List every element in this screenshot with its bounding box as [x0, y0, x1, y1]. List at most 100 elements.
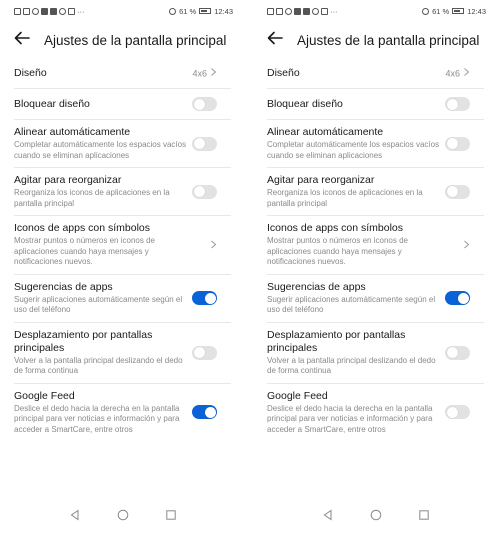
settings-list: Diseño 4x6 Bloquear diseño Alinear automáti… — [253, 58, 498, 441]
triangle-back-icon — [70, 509, 78, 521]
instagram-icon — [312, 7, 319, 15]
status-system: 61 % 12:43 — [422, 7, 486, 16]
setting-item[interactable]: Sugerencias de apps Sugerir aplicaciones … — [267, 275, 484, 323]
setting-title: Agitar para reorganizar — [14, 174, 122, 186]
facebook-icon — [303, 7, 310, 15]
setting-item[interactable]: Iconos de apps con símbolos Mostrar punto… — [14, 216, 231, 275]
toggle-knob — [193, 138, 205, 149]
toggle-switch[interactable] — [445, 136, 470, 151]
settings-list: Diseño 4x6 Bloquear diseño Alinear automáti… — [0, 58, 245, 441]
setting-item[interactable]: Diseño 4x6 — [267, 58, 484, 89]
nav-home-button[interactable] — [117, 508, 129, 526]
triangle-back-icon — [323, 509, 331, 521]
setting-item[interactable]: Bloquear diseño — [267, 89, 484, 120]
toggle-knob — [446, 406, 458, 418]
chevron-right-icon — [210, 68, 217, 79]
circle-home-icon — [117, 509, 128, 521]
setting-title: Alinear automáticamente — [267, 126, 384, 138]
clock: 12:43 — [467, 6, 486, 16]
toggle-knob — [204, 406, 216, 418]
clock: 12:43 — [214, 6, 233, 16]
toggle-knob — [446, 347, 458, 358]
setting-item[interactable]: Desplazamiento por pantallas principales… — [14, 323, 231, 384]
setting-title: Alinear automáticamente — [14, 126, 131, 138]
settings-screen-right: ··· 61 % 12:43 Ajustes de la pantalla princ… — [253, 0, 498, 537]
chevron-right-icon — [463, 68, 470, 79]
chevron-right-icon — [210, 236, 217, 254]
app-header: Ajustes de la pantalla principal — [253, 22, 498, 58]
toggle-switch[interactable] — [192, 184, 217, 199]
setting-item[interactable]: Alinear automáticamente Completar automát… — [14, 120, 231, 168]
setting-description: Volver a la pantalla principal deslizand… — [14, 355, 183, 376]
status-system: 61 % 12:43 — [169, 7, 233, 16]
setting-item[interactable]: Agitar para reorganizar Reorganiza los ic… — [267, 168, 484, 216]
bluetooth-icon — [169, 7, 177, 15]
toggle-switch[interactable] — [445, 291, 470, 305]
setting-description: Completar automáticamente los espacios v… — [267, 140, 440, 160]
mail-icon — [321, 7, 328, 15]
app-header: Ajustes de la pantalla principal — [0, 22, 245, 58]
square-icon — [294, 7, 301, 15]
nav-home-button[interactable] — [370, 508, 382, 526]
battery-percent: 61 % — [432, 6, 450, 16]
wifi-icon — [23, 7, 30, 15]
setting-item[interactable]: Alinear automáticamente Completar automát… — [267, 120, 484, 168]
setting-item[interactable]: Diseño 4x6 — [14, 58, 231, 89]
toggle-switch[interactable] — [192, 291, 217, 305]
setting-item[interactable]: Sugerencias de apps Sugerir aplicaciones … — [14, 275, 231, 323]
setting-title: Iconos de apps con símbolos — [267, 222, 403, 234]
nav-back-button[interactable] — [322, 508, 334, 526]
square-recents-icon — [165, 510, 176, 520]
setting-item[interactable]: Google Feed Deslice el dedo hacia la dere… — [14, 384, 231, 442]
setting-value: 4x6 — [192, 68, 217, 79]
toggle-knob — [193, 186, 205, 197]
back-button[interactable] — [12, 28, 44, 53]
toggle-switch[interactable] — [192, 97, 217, 111]
back-button[interactable] — [265, 28, 297, 53]
bluetooth-icon — [422, 7, 430, 15]
toggle-switch[interactable] — [192, 405, 217, 420]
setting-item[interactable]: Google Feed Deslice el dedo hacia la dere… — [267, 384, 484, 442]
battery-icon — [452, 8, 465, 14]
battery-icon — [199, 8, 212, 14]
setting-description: Mostrar puntos o números en iconos de ap… — [267, 236, 408, 266]
setting-item[interactable]: Bloquear diseño — [14, 89, 231, 120]
sim-icon — [14, 7, 21, 15]
overflow-text: ··· — [330, 6, 338, 16]
facebook-icon — [50, 7, 57, 15]
page-title: Ajustes de la pantalla principal — [297, 32, 480, 48]
toggle-knob — [446, 138, 458, 149]
layout-value: 4x6 — [445, 68, 460, 78]
setting-item[interactable]: Agitar para reorganizar Reorganiza los ic… — [14, 168, 231, 216]
navigation-bar — [0, 505, 245, 529]
nav-recents-button[interactable] — [165, 508, 177, 526]
setting-title: Desplazamiento por pantallas principales — [267, 328, 406, 354]
toggle-switch[interactable] — [192, 136, 217, 151]
toggle-switch[interactable] — [192, 345, 217, 360]
setting-title: Diseño — [267, 67, 300, 79]
setting-description: Mostrar puntos o números en iconos de ap… — [14, 236, 155, 266]
toggle-knob — [457, 292, 469, 304]
toggle-switch[interactable] — [445, 97, 470, 111]
toggle-knob — [204, 292, 216, 304]
setting-item[interactable]: Iconos de apps con símbolos Mostrar punto… — [267, 216, 484, 275]
nav-back-button[interactable] — [69, 508, 81, 526]
square-recents-icon — [418, 510, 429, 520]
toggle-knob — [193, 98, 205, 110]
status-bar: ··· 61 % 12:43 — [0, 0, 245, 22]
mail-icon — [68, 7, 75, 15]
chevron-right-icon — [463, 236, 470, 254]
toggle-switch[interactable] — [445, 184, 470, 199]
setting-description: Reorganiza los iconos de aplicaciones en… — [267, 188, 423, 208]
setting-description: Volver a la pantalla principal deslizand… — [267, 355, 436, 376]
circle-icon — [285, 7, 292, 15]
setting-item[interactable]: Desplazamiento por pantallas principales… — [267, 323, 484, 384]
square-icon — [41, 7, 48, 15]
setting-description: Sugerir aplicaciones automáticamente seg… — [14, 294, 183, 315]
circle-icon — [32, 7, 39, 15]
toggle-switch[interactable] — [445, 405, 470, 420]
status-notifications: ··· — [267, 7, 338, 16]
nav-recents-button[interactable] — [418, 508, 430, 526]
setting-value: 4x6 — [445, 68, 470, 79]
toggle-switch[interactable] — [445, 345, 470, 360]
